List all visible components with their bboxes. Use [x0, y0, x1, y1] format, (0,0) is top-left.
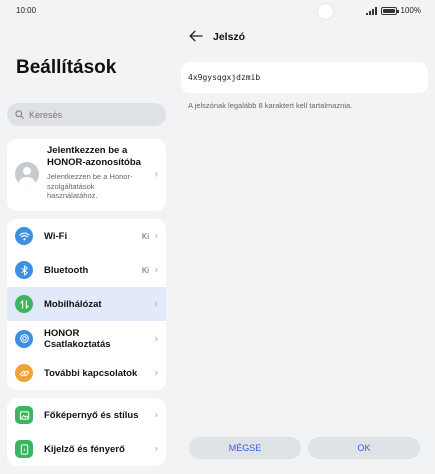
settings-item-honor-connect[interactable]: HONOR Csatlakoztatás › — [7, 321, 166, 356]
search-placeholder: Keresés — [29, 109, 63, 120]
settings-item-label: Mobilhálózat — [44, 298, 102, 310]
search-icon — [15, 110, 24, 119]
settings-item-label: Kijelző és fényerő — [44, 443, 125, 455]
cancel-button[interactable]: MÉGSE — [189, 437, 301, 459]
account-title: Jelentkezzen be a HONOR-azonosítóba — [47, 145, 141, 168]
password-input[interactable]: 4x9gysqgxjdzmib — [181, 62, 428, 93]
image-icon — [15, 406, 33, 424]
settings-item-display[interactable]: Kijelző és fényerő › — [7, 432, 166, 466]
chevron-right-icon: › — [154, 409, 158, 421]
settings-item-label: Wi-Fi — [44, 230, 68, 242]
page-title: Beállítások — [16, 57, 117, 78]
display-icon — [15, 440, 33, 458]
settings-item-home-screen[interactable]: Főképernyő és stílus › — [7, 398, 166, 432]
mobile-data-icon — [15, 295, 33, 313]
settings-item-more-connections[interactable]: További kapcsolatok › — [7, 356, 166, 390]
settings-item-wifi[interactable]: Wi-Fi Ki › — [7, 219, 166, 253]
ok-button[interactable]: OK — [308, 437, 420, 459]
settings-panel: Beállítások Keresés Jelentkezzen be a HO… — [0, 0, 174, 474]
display-group: Főképernyő és stílus › Kijelző és fényer… — [7, 398, 166, 466]
chevron-right-icon: › — [154, 298, 158, 310]
search-input[interactable]: Keresés — [7, 103, 166, 126]
chevron-right-icon: › — [154, 169, 158, 180]
settings-item-label: Főképernyő és stílus — [44, 409, 139, 421]
settings-item-value: Ki — [141, 231, 149, 241]
wifi-icon — [15, 227, 33, 245]
chevron-right-icon: › — [154, 333, 158, 344]
connectivity-group: Wi-Fi Ki › Bluetooth Ki › Mobilhálózat ›… — [7, 219, 166, 390]
settings-item-mobile-network[interactable]: Mobilhálózat › — [7, 287, 166, 321]
settings-item-value: Ki — [141, 265, 149, 275]
honor-connect-icon — [15, 329, 33, 348]
link-icon — [15, 364, 33, 382]
password-value: 4x9gysqgxjdzmib — [188, 73, 261, 82]
settings-item-label: Bluetooth — [44, 264, 89, 276]
back-arrow-icon[interactable] — [189, 30, 203, 42]
account-subtitle: Jelentkezzen be a Honor-szolgáltatások h… — [47, 172, 133, 200]
chevron-right-icon: › — [154, 264, 158, 276]
settings-item-label: További kapcsolatok — [44, 367, 138, 379]
settings-item-bluetooth[interactable]: Bluetooth Ki › — [7, 253, 166, 287]
password-title: Jelszó — [213, 31, 246, 43]
chevron-right-icon: › — [154, 230, 158, 242]
avatar — [15, 162, 39, 186]
chevron-right-icon: › — [154, 443, 158, 455]
bluetooth-icon — [15, 261, 33, 279]
account-signin-card[interactable]: Jelentkezzen be a HONOR-azonosítóba Jele… — [7, 139, 166, 211]
chevron-right-icon: › — [154, 367, 158, 379]
settings-item-label: HONOR Csatlakoztatás — [44, 327, 111, 350]
password-hint: A jelszónak legalább 8 karaktert kell ta… — [188, 101, 353, 110]
